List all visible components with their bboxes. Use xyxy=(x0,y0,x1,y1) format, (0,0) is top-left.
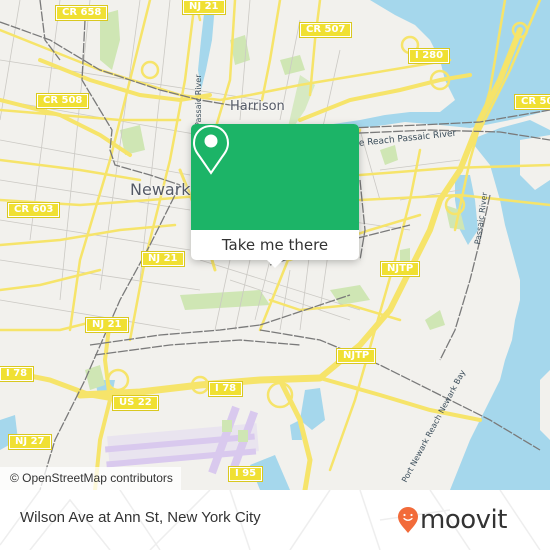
road-shield: NJ 21 xyxy=(182,0,226,15)
place-label-harrison: Harrison xyxy=(230,99,285,114)
map-card: CR 658 NJ 21 CR 507 I 280 CR 508 CR 50 C… xyxy=(0,0,550,550)
road-shield: NJ 21 xyxy=(141,251,185,267)
airport-area xyxy=(104,405,259,475)
map-attribution[interactable]: © OpenStreetMap contributors xyxy=(0,467,181,490)
road-shield: CR 508 xyxy=(35,93,90,109)
moovit-wordmark: moovit xyxy=(420,505,507,535)
road-shield: NJTP xyxy=(379,261,421,277)
road-shield: NJTP xyxy=(335,348,377,364)
road-shield: I 280 xyxy=(407,48,451,64)
popup-pointer xyxy=(267,260,283,268)
road-shield: CR 603 xyxy=(6,202,61,218)
road-shield: CR 507 xyxy=(298,22,353,38)
place-label-newark: Newark xyxy=(130,180,191,199)
stop-title: Wilson Ave at Ann St, New York City xyxy=(20,509,261,526)
moovit-pin-icon xyxy=(398,507,418,533)
take-me-there-button[interactable]: Take me there xyxy=(191,230,359,260)
location-pin-icon xyxy=(192,124,230,175)
road-shield: US 22 xyxy=(112,395,159,411)
destination-popup: Take me there xyxy=(191,124,359,268)
map-view[interactable]: CR 658 NJ 21 CR 507 I 280 CR 508 CR 50 C… xyxy=(0,0,550,490)
road-shield: CR 50 xyxy=(513,94,550,110)
footer-bar: Wilson Ave at Ann St, New York City moov… xyxy=(0,490,550,550)
road-shield: CR 658 xyxy=(54,5,109,21)
road-shield: NJ 21 xyxy=(85,317,129,333)
popup-header xyxy=(191,124,359,230)
road-shield: I 78 xyxy=(207,381,244,397)
water-label: Passaic River xyxy=(194,74,203,128)
road-shield: NJ 27 xyxy=(8,434,52,450)
road-shield: I 78 xyxy=(0,366,35,382)
road-shield: I 95 xyxy=(227,466,264,482)
